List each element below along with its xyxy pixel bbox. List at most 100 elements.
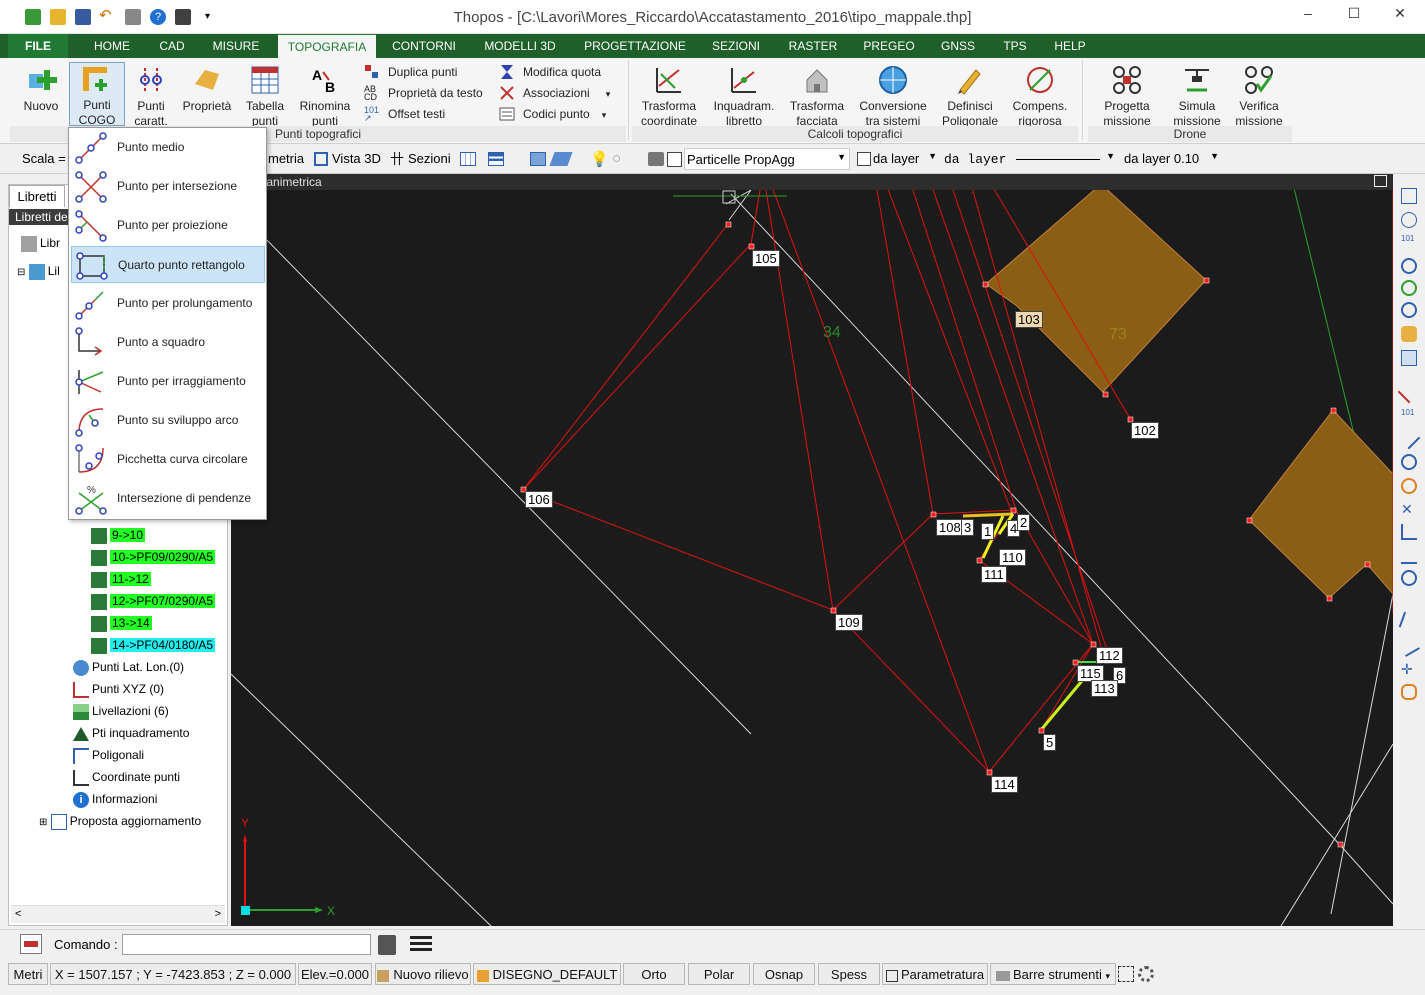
parametratura-button[interactable]: Parametratura — [882, 963, 988, 985]
tree-poligonali[interactable]: Poligonali — [73, 745, 144, 765]
zoom-window-icon[interactable] — [1401, 212, 1417, 228]
point-label[interactable]: 103 — [1015, 311, 1043, 328]
command-history-icon[interactable] — [20, 934, 42, 954]
scroll-left-icon[interactable]: < — [15, 908, 21, 920]
expand-icon[interactable]: ⊞ — [39, 817, 47, 828]
verifica-missione-button[interactable]: Verifica missione — [1230, 64, 1288, 129]
point-label[interactable]: 3 — [961, 519, 975, 536]
duplica-punti-button[interactable]: Duplica punti — [362, 62, 457, 82]
tab-file[interactable]: FILE — [8, 34, 68, 58]
menu-item-punto-irraggiamento[interactable]: Punto per irraggiamento — [71, 363, 265, 400]
polar-toggle[interactable]: Polar — [688, 963, 750, 985]
trasforma-coordinate-button[interactable]: Trasforma coordinate — [636, 64, 702, 129]
barre-strumenti-button[interactable]: Barre strumenti ▾ — [990, 963, 1116, 985]
bulb-off-icon[interactable]: ○ — [612, 150, 621, 167]
zoom-extents-icon[interactable] — [1401, 188, 1417, 204]
list-item[interactable]: 14->PF04/0180/A5 — [91, 635, 216, 655]
proprieta-button[interactable]: Proprietà — [180, 64, 234, 114]
point-label[interactable]: 106 — [525, 491, 553, 508]
drawing-name[interactable]: DISEGNO_DEFAULT — [473, 963, 621, 985]
tab-misure[interactable]: MISURE — [206, 34, 266, 58]
point-label[interactable]: 110 — [999, 549, 1026, 566]
vista-3d-button[interactable]: Vista 3D — [332, 151, 381, 166]
list-item[interactable]: 9->10 — [91, 525, 146, 545]
minimize-button[interactable]: – — [1285, 0, 1331, 28]
associazioni-button[interactable]: Associazioni ▾ — [497, 83, 610, 103]
point-label[interactable]: 112 — [1096, 647, 1123, 664]
menu-item-intersezione-pendenze[interactable]: % Intersezione di pendenze — [71, 480, 265, 517]
menu-item-picchetta-curva[interactable]: Picchetta curva circolare — [71, 441, 265, 478]
list-item[interactable]: 13->14 — [91, 613, 152, 633]
color-swatch[interactable] — [667, 152, 682, 167]
snap-quadrant-icon[interactable] — [1401, 478, 1417, 494]
tab-tps[interactable]: TPS — [994, 34, 1036, 58]
view-icon[interactable] — [1401, 350, 1417, 366]
menu-item-punto-intersezione[interactable]: Punto per intersezione — [71, 168, 265, 205]
command-input[interactable] — [122, 934, 371, 955]
tabella-punti-button[interactable]: Tabella punti — [242, 64, 288, 129]
point-label[interactable]: 1 — [981, 523, 995, 540]
list-icon[interactable] — [410, 936, 432, 954]
punti-caratt-button[interactable]: Punti caratt. — [128, 64, 174, 129]
tree-punti-xyz[interactable]: Punti XYZ (0) — [73, 679, 164, 699]
snap-midpoint-icon[interactable] — [1397, 426, 1421, 450]
point-label[interactable]: 2 — [1017, 514, 1031, 531]
rinomina-punti-button[interactable]: AB Rinomina punti — [296, 64, 354, 129]
point-label[interactable]: 114 — [991, 776, 1018, 793]
tab-help[interactable]: HELP — [1046, 34, 1094, 58]
zoom-labels-icon[interactable]: 101 — [1401, 234, 1417, 250]
tab-contorni[interactable]: CONTORNI — [386, 34, 462, 58]
tree-coordinate-punti[interactable]: Coordinate punti — [73, 767, 180, 787]
tree-informazioni[interactable]: i Informazioni — [73, 789, 157, 809]
snap-extension-icon[interactable] — [1398, 635, 1420, 657]
pan-hand-icon[interactable] — [1401, 326, 1417, 342]
zoom-out-icon[interactable] — [1401, 280, 1417, 296]
maximize-view-icon[interactable] — [1374, 175, 1387, 187]
tree-livellazioni[interactable]: Livellazioni (6) — [73, 701, 169, 721]
nuovo-button[interactable]: Nuovo — [16, 64, 66, 114]
tab-modelli-3d[interactable]: MODELLI 3D — [476, 34, 564, 58]
punti-cogo-button[interactable]: Punti COGO — [69, 62, 125, 127]
snap-endpoint-icon[interactable] — [1397, 380, 1421, 404]
tab-progettazione[interactable]: PROGETTAZIONE — [578, 34, 692, 58]
snap-options-icon[interactable] — [1401, 684, 1417, 700]
proprieta-testo-button[interactable]: AB CD Proprietà da testo — [362, 83, 483, 103]
point-label[interactable]: 105 — [752, 250, 780, 267]
tab-gnss[interactable]: GNSS — [932, 34, 984, 58]
tab-sezioni[interactable]: SEZIONI — [704, 34, 768, 58]
nuovo-rilievo-button[interactable]: Nuovo rilievo — [375, 963, 471, 985]
collapse-icon[interactable]: ⊟ — [17, 267, 25, 278]
simula-missione-button[interactable]: Simula missione — [1166, 64, 1228, 129]
snap-perpendicular-icon[interactable] — [1401, 524, 1417, 540]
spess-toggle[interactable]: Spess — [818, 963, 880, 985]
gear-icon[interactable] — [1138, 966, 1154, 982]
drawing-canvas[interactable]: Y X 34 73 105 103 102 106 108 3 1 4 2 11… — [231, 174, 1393, 926]
definisci-poligonale-button[interactable]: Definisci Poligonale — [938, 64, 1002, 129]
calculator-icon[interactable] — [378, 935, 396, 955]
scroll-right-icon[interactable]: > — [215, 908, 221, 920]
tab-cad[interactable]: CAD — [150, 34, 194, 58]
layers-icon[interactable] — [530, 152, 546, 166]
trasforma-facciata-button[interactable]: Trasforma facciata — [784, 64, 850, 129]
codici-punto-button[interactable]: Codici punto ▾ — [497, 104, 606, 124]
menu-item-quarto-punto-rettangolo[interactable]: Quarto punto rettangolo — [71, 246, 265, 283]
snap-nearest-icon[interactable] — [1401, 548, 1417, 564]
units-field[interactable]: Metri — [8, 963, 48, 985]
tab-raster[interactable]: RASTER — [780, 34, 846, 58]
tree-pti-inquadramento[interactable]: Pti inquadramento — [73, 723, 189, 743]
tab-pregeo[interactable]: PREGEO — [858, 34, 920, 58]
offset-testi-button[interactable]: 101 ↗ Offset testi — [362, 104, 445, 124]
zoom-in-icon[interactable] — [1401, 258, 1417, 274]
snap-tangent-icon[interactable] — [1401, 570, 1417, 586]
snap-parallel-icon[interactable] — [1398, 611, 1420, 633]
lineweight-combo[interactable]: da layer 0.10 ▼ — [1122, 148, 1222, 170]
orto-toggle[interactable]: Orto — [623, 963, 685, 985]
planimetria-button[interactable]: metria — [268, 151, 304, 166]
tree-proposta-aggiornamento[interactable]: ⊞ Proposta aggiornamento — [39, 811, 201, 831]
list-item[interactable]: 12->PF07/0290/A5 — [91, 591, 216, 611]
point-label[interactable]: 102 — [1131, 422, 1159, 439]
menu-item-punto-prolungamento[interactable]: Punto per prolungamento — [71, 285, 265, 322]
layer-combo[interactable]: Particelle PropAgg ▼ — [684, 148, 850, 170]
bulb-icon[interactable]: 💡 — [590, 150, 609, 168]
point-label[interactable]: 108 — [936, 519, 964, 536]
